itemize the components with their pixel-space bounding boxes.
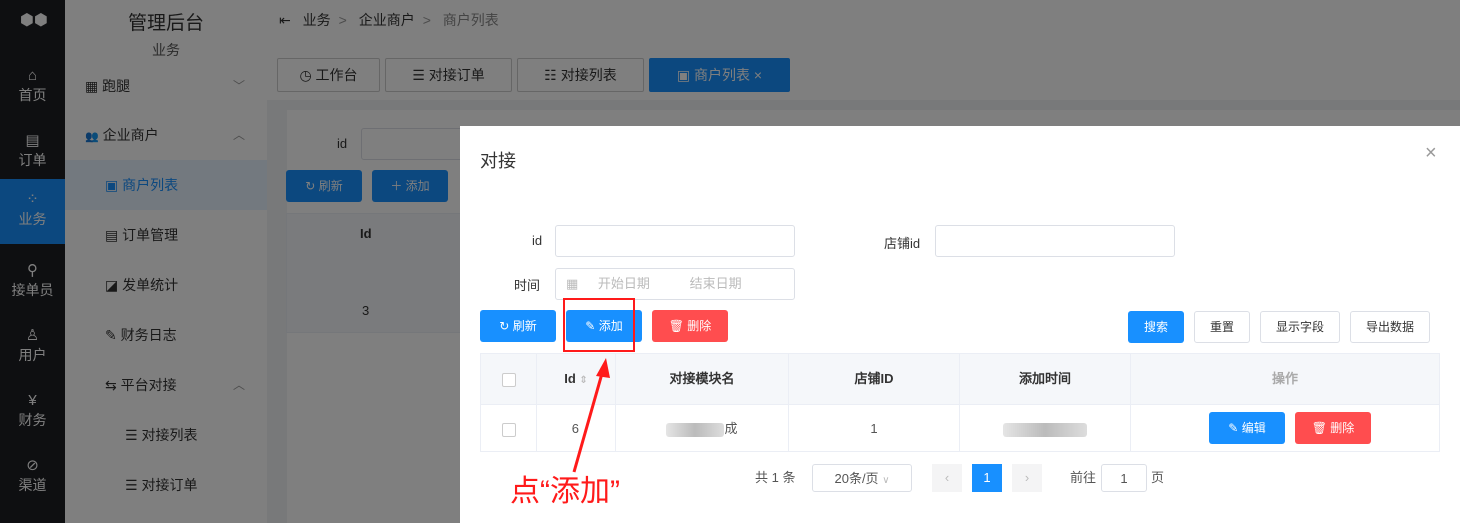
label: 20条/页 xyxy=(834,471,879,486)
trash-icon: 🗑 xyxy=(668,319,684,333)
highlight-box xyxy=(563,298,635,352)
date-range-picker[interactable]: ▦ 开始日期 结束日期 xyxy=(555,268,795,300)
dialog-title: 对接 xyxy=(480,151,516,171)
search-button[interactable]: 搜索 xyxy=(1128,311,1184,343)
start-date: 开始日期 xyxy=(597,276,650,291)
redacted-text xyxy=(1003,422,1087,437)
col-actions: 操作 xyxy=(1131,354,1439,404)
refresh-button[interactable]: ↻ 刷新 xyxy=(480,310,556,342)
select-all-cell xyxy=(481,354,537,404)
label: 删除 xyxy=(687,319,712,333)
goto-label: 前往 xyxy=(1070,470,1097,485)
label: 删除 xyxy=(1330,421,1355,435)
row-delete-button[interactable]: 🗑 删除 xyxy=(1295,412,1371,444)
col-module-name: 对接模块名 xyxy=(616,354,789,404)
shop-id-input[interactable] xyxy=(935,225,1175,257)
select-all-checkbox[interactable] xyxy=(501,372,516,387)
show-fields-button[interactable]: 显示字段 xyxy=(1260,311,1340,343)
col-shop-id: 店铺ID xyxy=(789,354,960,404)
row-select-cell xyxy=(481,404,537,452)
id-input[interactable] xyxy=(555,225,795,257)
id-label: id xyxy=(532,233,543,248)
redacted-text xyxy=(666,422,725,437)
integration-table: Id ⇕ 对接模块名 店铺ID 添加时间 操作 6 成 1 ✎ 编辑 🗑 删除 xyxy=(480,353,1440,452)
page-suffix: 页 xyxy=(1151,470,1165,485)
row-checkbox[interactable] xyxy=(501,422,516,437)
chevron-down-icon: ∨ xyxy=(882,475,890,486)
label: 刷新 xyxy=(512,319,537,333)
shop-id-label: 店铺id xyxy=(884,236,921,251)
delete-button[interactable]: 🗑 删除 xyxy=(652,310,728,342)
page-1-button[interactable]: 1 xyxy=(972,464,1002,492)
annotation-text: 点“添加” xyxy=(510,475,620,508)
page-size-select[interactable]: 20条/页 ∨ xyxy=(812,464,912,492)
prev-page-button[interactable]: ‹ xyxy=(932,464,962,492)
label: 成 xyxy=(724,421,738,436)
total-count: 共 1 条 xyxy=(755,470,796,485)
end-date: 结束日期 xyxy=(689,276,742,291)
row-actions: ✎ 编辑 🗑 删除 xyxy=(1131,404,1439,452)
refresh-icon: ↻ xyxy=(499,319,510,333)
goto-page-input[interactable]: 1 xyxy=(1101,464,1147,492)
label: 编辑 xyxy=(1241,421,1266,435)
reset-button[interactable]: 重置 xyxy=(1194,311,1250,343)
next-page-button[interactable]: › xyxy=(1012,464,1042,492)
col-add-time: 添加时间 xyxy=(960,354,1131,404)
annotation-arrow xyxy=(572,358,610,473)
export-button[interactable]: 导出数据 xyxy=(1350,311,1430,343)
calendar-icon: ▦ xyxy=(566,276,579,291)
row-add-time xyxy=(960,404,1131,452)
edit-button[interactable]: ✎ 编辑 xyxy=(1209,412,1285,444)
time-label: 时间 xyxy=(514,278,541,293)
row-module-name: 成 xyxy=(616,404,789,452)
row-shop-id: 1 xyxy=(789,404,960,452)
close-icon[interactable]: × xyxy=(1425,142,1437,165)
